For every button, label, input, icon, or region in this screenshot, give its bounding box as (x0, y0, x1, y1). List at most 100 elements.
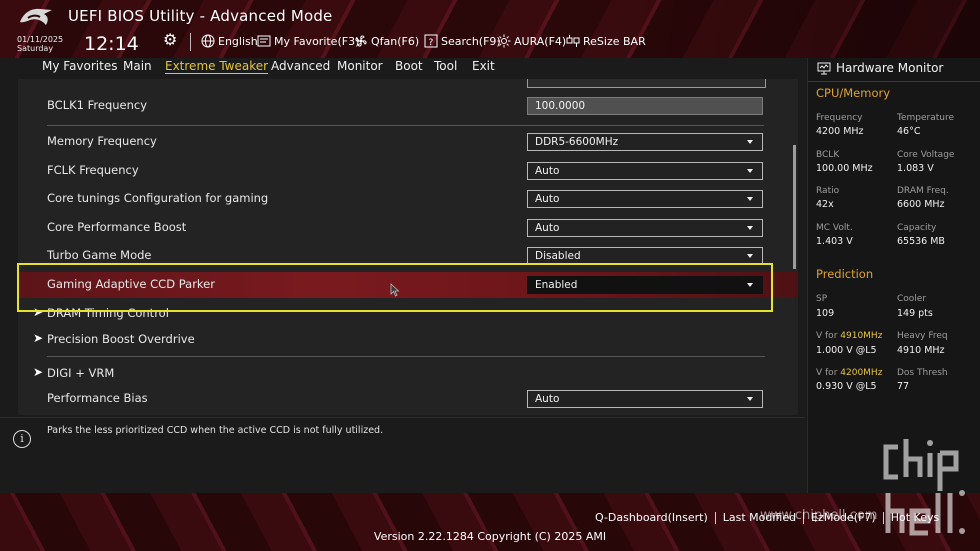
setting-row-bclk1[interactable]: BCLK1 Frequency 100.0000 (18, 93, 798, 119)
hw-label: V for 4910MHz (816, 331, 882, 341)
resize-bar-icon (566, 35, 580, 47)
date-text: 01/11/2025 (17, 35, 64, 44)
core-tunings-dropdown[interactable]: Auto (527, 190, 763, 208)
aura-icon (497, 34, 511, 48)
core-performance-boost-dropdown[interactable]: Auto (527, 219, 763, 237)
field-value: Enabled (535, 279, 578, 291)
my-favorite-button[interactable]: My Favorite(F3) (257, 33, 359, 49)
watermark-url: www.chiphell.com (760, 508, 878, 523)
field-value: Auto (535, 393, 560, 405)
qfan-button[interactable]: Qfan(F6) (354, 33, 419, 49)
submenu-precision-boost-overdrive[interactable]: ➤ Precision Boost Overdrive (18, 327, 798, 353)
search-icon: ? (424, 34, 438, 48)
tab-exit[interactable]: Exit (472, 59, 495, 73)
memory-frequency-dropdown[interactable]: DDR5-6600MHz (527, 133, 763, 151)
field-value: Auto (535, 193, 560, 205)
divider (808, 81, 980, 82)
clock[interactable]: 12:14 (84, 33, 139, 55)
my-favorite-label: My Favorite(F3) (274, 34, 360, 48)
info-icon: i (13, 430, 31, 448)
hw-value: 109 (816, 308, 835, 319)
submenu-label: DIGI + VRM (47, 366, 115, 380)
chevron-down-icon (747, 140, 753, 144)
tab-monitor[interactable]: Monitor (337, 59, 383, 73)
setting-label: Performance Bias (47, 391, 148, 405)
search-button[interactable]: ? Search(F9) (424, 33, 501, 49)
chevron-down-icon (747, 226, 753, 230)
cut-off-field (527, 79, 766, 88)
hw-label: BCLK (816, 150, 840, 160)
language-label: English (218, 34, 258, 48)
hw-label: Capacity (897, 223, 937, 233)
chevron-down-icon (747, 283, 753, 287)
hw-value: 100.00 MHz (816, 163, 873, 174)
tab-extreme-tweaker[interactable]: Extreme Tweaker (165, 59, 268, 73)
submenu-digi-vrm[interactable]: ➤ DIGI + VRM (18, 361, 798, 387)
hw-label: MC Volt. (816, 223, 853, 233)
divider (47, 356, 765, 357)
setting-row-core-tunings[interactable]: Core tunings Configuration for gaming Au… (18, 186, 798, 212)
tab-boot[interactable]: Boot (395, 59, 423, 73)
setting-row-performance-bias[interactable]: Performance Bias Auto (18, 386, 798, 412)
aura-button[interactable]: AURA(F4) (497, 33, 566, 49)
hw-value: 1.403 V (816, 236, 853, 247)
hw-value: 77 (897, 381, 910, 392)
field-value: Auto (535, 222, 560, 234)
field-value: DDR5-6600MHz (535, 136, 619, 148)
tab-tool[interactable]: Tool (434, 59, 457, 73)
hw-value: 42x (816, 199, 834, 210)
gear-icon[interactable]: ⚙ (163, 30, 177, 49)
globe-icon (201, 34, 215, 48)
submenu-label: Precision Boost Overdrive (47, 332, 195, 346)
hw-label: Core Voltage (897, 150, 955, 160)
weekday-text: Saturday (17, 44, 54, 53)
setting-row-core-performance-boost[interactable]: Core Performance Boost Auto (18, 215, 798, 241)
tab-advanced[interactable]: Advanced (271, 59, 330, 73)
hw-value: 1.083 V (897, 163, 934, 174)
setting-row-ccd-parker-selected[interactable]: Gaming Adaptive CCD Parker Enabled (18, 272, 798, 298)
setting-label: Gaming Adaptive CCD Parker (47, 277, 215, 291)
hw-label: Dos Thresh (897, 368, 948, 378)
hw-label: Heavy Freq (897, 331, 948, 341)
chevron-down-icon (747, 169, 753, 173)
window-title: UEFI BIOS Utility - Advanced Mode (68, 7, 333, 25)
resize-bar-button[interactable]: ReSize BAR (566, 33, 646, 49)
setting-label: Turbo Game Mode (47, 248, 152, 262)
hw-label: Cooler (897, 294, 927, 304)
ccd-parker-dropdown[interactable]: Enabled (527, 276, 763, 294)
bclk1-input[interactable]: 100.0000 (527, 97, 763, 115)
resize-bar-label: ReSize BAR (583, 34, 646, 48)
performance-bias-dropdown[interactable]: Auto (527, 390, 763, 408)
hw-label-prefix: V for (816, 331, 841, 341)
settings-panel: BCLK1 Frequency 100.0000 Memory Frequenc… (18, 79, 798, 415)
setting-row-turbo-game-mode[interactable]: Turbo Game Mode Disabled (18, 243, 798, 269)
submenu-dram-timing-control[interactable]: ➤ DRAM Timing Control (18, 301, 798, 327)
chevron-down-icon (747, 254, 753, 258)
hw-value: 6600 MHz (897, 199, 945, 210)
hw-label: Frequency (816, 113, 863, 123)
setting-label: Memory Frequency (47, 134, 157, 148)
setting-label: BCLK1 Frequency (47, 98, 148, 112)
scrollbar[interactable] (793, 145, 796, 269)
setting-row-fclk-frequency[interactable]: FCLK Frequency Auto (18, 158, 798, 184)
hw-value: 4910 MHz (897, 345, 945, 356)
submenu-label: DRAM Timing Control (47, 306, 169, 320)
footer-divider (714, 512, 716, 524)
hw-value: 149 pts (897, 308, 933, 319)
turbo-game-mode-dropdown[interactable]: Disabled (527, 247, 763, 265)
fclk-frequency-dropdown[interactable]: Auto (527, 162, 763, 180)
monitor-icon (817, 62, 831, 74)
q-dashboard-button[interactable]: Q-Dashboard(Insert) (595, 511, 708, 524)
language-button[interactable]: English (201, 33, 258, 49)
tab-main[interactable]: Main (123, 59, 152, 73)
field-value: Auto (535, 165, 560, 177)
chevron-right-icon: ➤ (33, 305, 44, 319)
field-value: Disabled (535, 250, 581, 262)
hw-label: DRAM Freq. (897, 186, 949, 196)
hw-label: V for 4200MHz (816, 368, 882, 378)
prediction-heading: Prediction (816, 267, 874, 281)
setting-row-memory-frequency[interactable]: Memory Frequency DDR5-6600MHz (18, 129, 798, 155)
tab-my-favorites[interactable]: My Favorites (42, 59, 117, 73)
hw-value: 4200 MHz (816, 126, 864, 137)
field-value: 100.0000 (535, 100, 586, 112)
